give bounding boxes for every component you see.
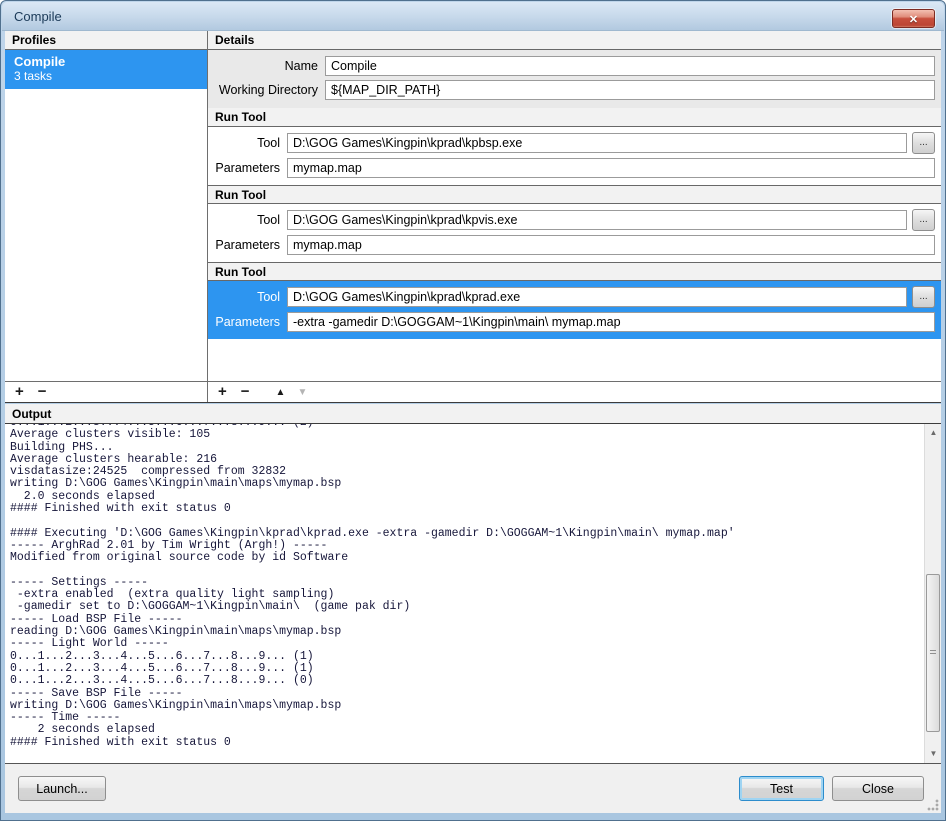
parameters-input[interactable] bbox=[287, 312, 935, 332]
console-text: 0...1...2...3...4...5...6...7...8...9...… bbox=[5, 424, 941, 749]
tool-row: Tool ... bbox=[214, 209, 935, 231]
working-directory-label: Working Directory bbox=[214, 83, 318, 97]
run-tool-task: Run Tool Tool ... Parameters bbox=[208, 262, 941, 339]
run-tool-body[interactable]: Tool ... Parameters bbox=[208, 204, 941, 262]
profiles-pane: Profiles Compile 3 tasks + − bbox=[5, 31, 208, 402]
scrollbar-thumb[interactable] bbox=[926, 574, 940, 732]
browse-button[interactable]: ... bbox=[912, 209, 935, 231]
working-directory-row: Working Directory bbox=[214, 80, 935, 100]
run-tool-header: Run Tool bbox=[208, 262, 941, 281]
profile-task-count: 3 tasks bbox=[14, 69, 198, 83]
window-title: Compile bbox=[14, 2, 62, 31]
tool-row: Tool ... bbox=[214, 132, 935, 154]
parameters-row: Parameters bbox=[214, 235, 935, 255]
tool-path-input[interactable] bbox=[287, 287, 907, 307]
run-tool-task: Run Tool Tool ... Parameters bbox=[208, 185, 941, 262]
tool-label: Tool bbox=[214, 136, 280, 150]
tool-path-input[interactable] bbox=[287, 133, 907, 153]
move-task-down-button: ▼ bbox=[297, 387, 307, 398]
parameters-label: Parameters bbox=[214, 161, 280, 175]
launch-button[interactable]: Launch... bbox=[18, 776, 106, 801]
profile-item-compile[interactable]: Compile 3 tasks bbox=[5, 50, 207, 89]
name-row: Name bbox=[214, 56, 935, 76]
name-label: Name bbox=[214, 59, 318, 73]
resize-grip-icon[interactable] bbox=[927, 799, 939, 811]
parameters-input[interactable] bbox=[287, 235, 935, 255]
run-tool-header: Run Tool bbox=[208, 185, 941, 204]
compile-dialog-window: Compile ✕ Profiles Compile 3 tasks + − D… bbox=[0, 0, 946, 821]
output-section: Output 0...1...2...3...4...5...6...7...8… bbox=[5, 404, 941, 764]
close-icon: ✕ bbox=[909, 14, 918, 26]
parameters-label: Parameters bbox=[214, 315, 280, 329]
run-tool-body[interactable]: Tool ... Parameters bbox=[208, 127, 941, 185]
dialog-footer: Launch... Test Close bbox=[5, 764, 941, 813]
name-input[interactable] bbox=[325, 56, 935, 76]
add-task-button[interactable]: + bbox=[218, 382, 227, 402]
details-header: Details bbox=[208, 31, 941, 50]
profiles-header: Profiles bbox=[5, 31, 207, 50]
profiles-toolbar: + − bbox=[5, 381, 207, 402]
browse-button[interactable]: ... bbox=[912, 132, 935, 154]
tool-path-input[interactable] bbox=[287, 210, 907, 230]
test-button[interactable]: Test bbox=[739, 776, 824, 801]
parameters-input[interactable] bbox=[287, 158, 935, 178]
run-tool-header: Run Tool bbox=[208, 108, 941, 127]
tool-row: Tool ... bbox=[214, 286, 935, 308]
run-tool-body[interactable]: Tool ... Parameters bbox=[208, 281, 941, 339]
profiles-list[interactable]: Compile 3 tasks bbox=[5, 50, 207, 381]
parameters-label: Parameters bbox=[214, 238, 280, 252]
output-console[interactable]: 0...1...2...3...4...5...6...7...8...9...… bbox=[5, 424, 941, 764]
output-scrollbar[interactable]: ▲ ▼ bbox=[924, 424, 941, 763]
task-list: Run Tool Tool ... Parameters Run Tool To… bbox=[208, 108, 941, 381]
remove-task-button[interactable]: − bbox=[241, 382, 250, 402]
scroll-down-icon[interactable]: ▼ bbox=[925, 746, 941, 762]
close-dialog-button[interactable]: Close bbox=[832, 776, 924, 801]
run-tool-task: Run Tool Tool ... Parameters bbox=[208, 108, 941, 185]
remove-profile-button[interactable]: − bbox=[38, 382, 47, 402]
tool-label: Tool bbox=[214, 213, 280, 227]
details-form: Name Working Directory bbox=[208, 50, 941, 108]
titlebar[interactable]: Compile ✕ bbox=[2, 2, 944, 31]
scroll-up-icon[interactable]: ▲ bbox=[925, 425, 941, 441]
add-profile-button[interactable]: + bbox=[15, 382, 24, 402]
parameters-row: Parameters bbox=[214, 158, 935, 178]
working-directory-input[interactable] bbox=[325, 80, 935, 100]
move-task-up-button[interactable]: ▲ bbox=[276, 387, 286, 398]
tasks-toolbar: + − ▲ ▼ bbox=[208, 381, 941, 402]
output-header: Output bbox=[5, 404, 941, 424]
main-panes: Profiles Compile 3 tasks + − Details Nam… bbox=[5, 31, 941, 403]
details-pane: Details Name Working Directory Run Tool … bbox=[208, 31, 941, 402]
profile-name: Compile bbox=[14, 54, 198, 69]
close-button[interactable]: ✕ bbox=[892, 9, 935, 28]
tool-label: Tool bbox=[214, 290, 280, 304]
browse-button[interactable]: ... bbox=[912, 286, 935, 308]
parameters-row: Parameters bbox=[214, 312, 935, 332]
